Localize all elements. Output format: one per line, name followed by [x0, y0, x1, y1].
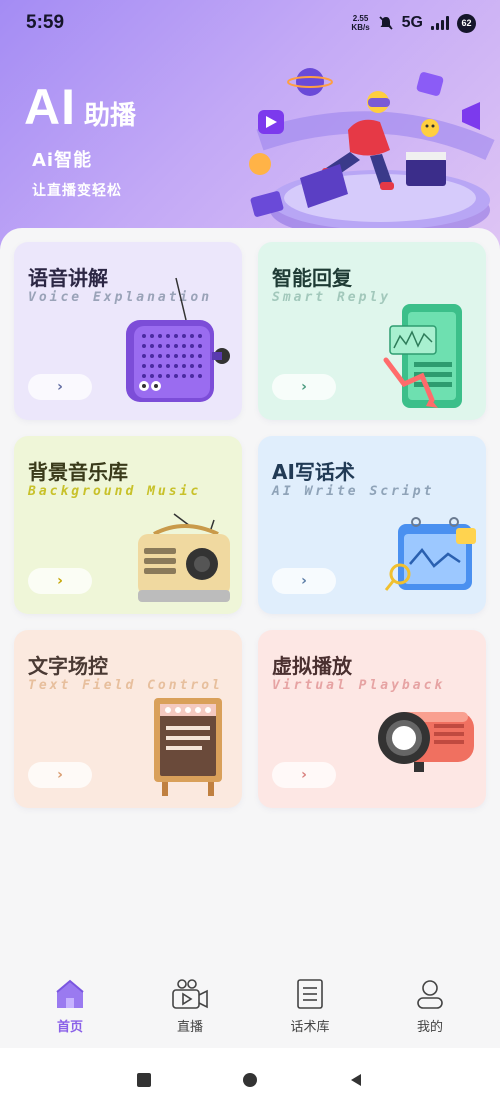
- home-icon: [56, 979, 84, 1008]
- subtitle: Ai智能: [32, 150, 93, 171]
- status-indicators: 2.55 KB/s 5G 62: [351, 13, 476, 33]
- recents-button-icon[interactable]: [136, 1072, 152, 1088]
- chevron-right-icon: ›: [57, 379, 63, 395]
- brand-ai: AI: [24, 79, 76, 135]
- status-bar: 5:59 2.55 KB/s 5G 62: [0, 0, 500, 46]
- user-icon: [417, 980, 443, 1009]
- card-virtual-playback[interactable]: 虚拟播放 Virtual Playback ›: [258, 630, 486, 808]
- card-title: 虚拟播放: [272, 654, 352, 678]
- system-nav-bar: [0, 1048, 500, 1111]
- tab-home[interactable]: 首页: [20, 960, 120, 1048]
- signal-icon: [431, 16, 449, 30]
- phone-chart-icon: [383, 304, 462, 408]
- card-subtitle: Virtual Playback: [272, 678, 446, 693]
- card-text-field-control[interactable]: 文字场控 Text Field Control ›: [14, 630, 242, 808]
- status-time: 5:59: [26, 12, 65, 33]
- card-subtitle: AI Write Script: [272, 484, 435, 499]
- card-arrow-button[interactable]: ›: [272, 568, 336, 594]
- content-sheet: 语音讲解 Voice Explanation › 智能回复 Smart Repl…: [0, 228, 500, 1048]
- card-title: 背景音乐库: [28, 460, 128, 484]
- tab-label: 我的: [416, 1020, 443, 1035]
- card-title: 智能回复: [272, 266, 352, 290]
- mute-icon: [379, 16, 393, 30]
- card-voice-explanation[interactable]: 语音讲解 Voice Explanation ›: [14, 242, 242, 420]
- card-arrow-button[interactable]: ›: [272, 762, 336, 788]
- chevron-right-icon: ›: [57, 767, 63, 783]
- tab-label: 直播: [176, 1020, 203, 1035]
- chevron-right-icon: ›: [57, 573, 63, 589]
- camera-icon: [172, 979, 208, 1009]
- network-speed: 2.55 KB/s: [351, 14, 370, 32]
- tab-profile[interactable]: 我的: [380, 960, 480, 1048]
- tab-live[interactable]: 直播: [140, 960, 240, 1048]
- card-title: 语音讲解: [28, 266, 108, 290]
- card-subtitle: Background Music: [28, 484, 202, 499]
- card-subtitle: Smart Reply: [272, 290, 392, 305]
- chevron-right-icon: ›: [301, 379, 307, 395]
- tab-label: 首页: [56, 1020, 83, 1035]
- card-title: 文字场控: [28, 654, 108, 678]
- radio-icon: [126, 277, 230, 402]
- back-button-icon[interactable]: [348, 1072, 364, 1088]
- battery-icon: 62: [457, 13, 476, 33]
- card-arrow-button[interactable]: ›: [28, 374, 92, 400]
- document-icon: [297, 979, 323, 1009]
- calendar-chart-icon: [384, 517, 476, 591]
- hero-illustration: [249, 68, 495, 240]
- card-ai-write-script[interactable]: AI写话术 AI Write Script ›: [258, 436, 486, 614]
- network-type: 5G: [401, 14, 423, 31]
- tab-script-library[interactable]: 话术库: [260, 960, 360, 1048]
- chevron-right-icon: ›: [301, 573, 307, 589]
- tab-label: 话术库: [290, 1020, 330, 1035]
- bottom-tab-bar: 首页 直播 话术库 我的: [0, 960, 500, 1048]
- card-arrow-button[interactable]: ›: [28, 762, 92, 788]
- card-arrow-button[interactable]: ›: [28, 568, 92, 594]
- tagline: 让直播变轻松: [32, 183, 122, 199]
- home-button-icon[interactable]: [242, 1072, 258, 1088]
- board-icon: [154, 698, 222, 796]
- card-title: AI写话术: [272, 460, 355, 484]
- chevron-right-icon: ›: [301, 767, 307, 783]
- card-smart-reply[interactable]: 智能回复 Smart Reply ›: [258, 242, 486, 420]
- brand-cn: 助播: [84, 101, 137, 131]
- brand-title: AI 助播: [24, 78, 136, 136]
- projector-icon: [378, 712, 474, 772]
- card-background-music[interactable]: 背景音乐库 Background Music ›: [14, 436, 242, 614]
- card-subtitle: Text Field Control: [28, 678, 223, 693]
- card-arrow-button[interactable]: ›: [272, 374, 336, 400]
- boombox-icon: [138, 513, 230, 602]
